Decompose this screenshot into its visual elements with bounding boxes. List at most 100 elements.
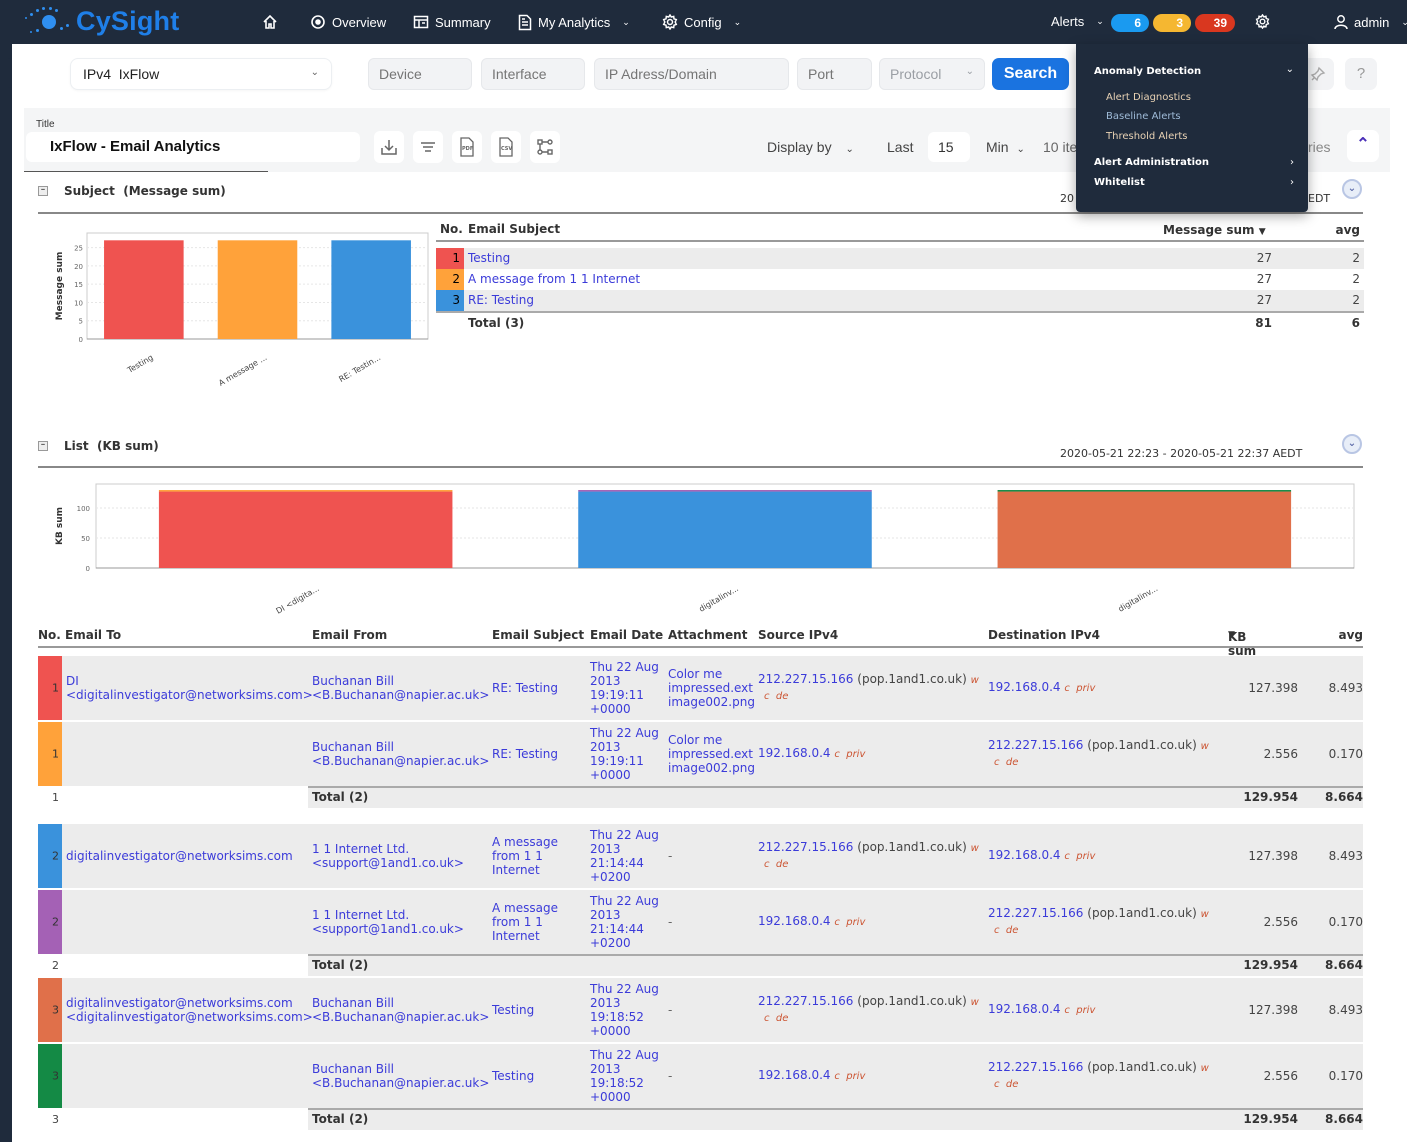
menu-alert-diagnostics[interactable]: Alert Diagnostics	[1106, 92, 1191, 103]
alert-badge-critical[interactable]: 39	[1195, 14, 1235, 32]
email-from-link[interactable]: 1 1 Internet Ltd.	[312, 908, 464, 922]
email-from-link[interactable]: <B.Buchanan@napier.ac.uk>	[312, 1010, 489, 1024]
email-date-link[interactable]: +0000	[590, 1024, 659, 1038]
email-date-link[interactable]: 19:18:52	[590, 1076, 659, 1090]
destination-ip[interactable]: 192.168.0.4	[988, 1002, 1061, 1016]
email-from-link[interactable]: <support@1and1.co.uk>	[312, 922, 464, 936]
email-date-link[interactable]: Thu 22 Aug	[590, 1048, 659, 1062]
email-subject-link[interactable]: from 1 1	[492, 849, 558, 863]
source-ip[interactable]: 192.168.0.4	[758, 914, 831, 928]
destination-ip[interactable]: 212.227.15.166	[988, 906, 1083, 920]
last-value-input[interactable]: 15	[928, 132, 970, 162]
email-date-link[interactable]: +0000	[590, 1090, 659, 1104]
email-subject-link[interactable]: from 1 1	[492, 915, 558, 929]
email-subject-link[interactable]: A message from 1 1 Internet	[468, 269, 640, 290]
list-table-row[interactable]: 1 DI <digitalinvestigator@networksims.com>…	[38, 656, 1363, 720]
email-to-link[interactable]: <digitalinvestigator@networksims.com>	[66, 688, 313, 702]
source-ip[interactable]: 212.227.15.166	[758, 994, 853, 1008]
interface-input[interactable]	[481, 58, 585, 90]
collapse-controls-button[interactable]: ⌃	[1347, 130, 1379, 162]
email-from-link[interactable]: Buchanan Bill	[312, 996, 489, 1010]
port-input[interactable]	[797, 58, 872, 90]
destination-ip[interactable]: 212.227.15.166	[988, 1060, 1083, 1074]
attachment-link[interactable]: image002.png	[668, 761, 755, 775]
help-button[interactable]: ?	[1345, 58, 1377, 90]
email-subject-link[interactable]: RE: Testing	[492, 681, 558, 695]
source-ip[interactable]: 212.227.15.166	[758, 672, 853, 686]
display-by-select[interactable]: Display by ⌄	[767, 139, 854, 155]
attachment-link[interactable]: Color me	[668, 733, 755, 747]
nav-home[interactable]	[262, 14, 278, 30]
subject-table-row[interactable]: 3 RE: Testing 27 2	[436, 290, 1364, 311]
search-button[interactable]: Search	[992, 58, 1069, 90]
user-menu[interactable]: admin ⌄	[1334, 14, 1407, 30]
nav-overview[interactable]: Overview	[310, 14, 386, 30]
device-input[interactable]	[368, 58, 472, 90]
email-date-link[interactable]: 2013	[590, 842, 659, 856]
source-ip[interactable]: 192.168.0.4	[758, 1068, 831, 1082]
source-ip[interactable]: 192.168.0.4	[758, 746, 831, 760]
menu-anomaly-detection[interactable]: Anomaly Detection	[1094, 66, 1201, 77]
email-subject-link[interactable]: A message	[492, 835, 558, 849]
destination-ip[interactable]: 192.168.0.4	[988, 680, 1061, 694]
email-date-link[interactable]: 2013	[590, 1062, 659, 1076]
filter-button[interactable]	[413, 131, 443, 163]
alert-badge-warning[interactable]: 3	[1153, 14, 1191, 32]
email-from-link[interactable]: <B.Buchanan@napier.ac.uk>	[312, 688, 489, 702]
list-table-row[interactable]: 3 Buchanan Bill <B.Buchanan@napier.ac.uk> T…	[38, 1044, 1363, 1108]
list-table-row[interactable]: 3 digitalinvestigator@networksims.com <dig…	[38, 978, 1363, 1042]
list-table-row[interactable]: 2 1 1 Internet Ltd. <support@1and1.co.uk> A…	[38, 890, 1363, 954]
collapse-icon[interactable]: –	[38, 186, 48, 196]
email-date-link[interactable]: 19:18:52	[590, 1010, 659, 1024]
attachment-link[interactable]: impressed.ext	[668, 681, 755, 695]
email-date-link[interactable]: Thu 22 Aug	[590, 894, 659, 908]
settings-button[interactable]	[1255, 14, 1270, 29]
email-subject-link[interactable]: Internet	[492, 929, 558, 943]
expand-section-button[interactable]: ⌄	[1342, 434, 1362, 454]
email-date-link[interactable]: 2013	[590, 996, 659, 1010]
nav-my-analytics[interactable]: My Analytics ⌄	[518, 14, 630, 31]
email-date-link[interactable]: 19:19:11	[590, 754, 659, 768]
email-from-link[interactable]: Buchanan Bill	[312, 674, 489, 688]
email-to-link[interactable]: digitalinvestigator@networksims.com	[66, 849, 293, 863]
email-date-link[interactable]: 2013	[590, 740, 659, 754]
list-table-row[interactable]: 1 Buchanan Bill <B.Buchanan@napier.ac.uk> R…	[38, 722, 1363, 786]
alerts-menu-toggle[interactable]: Alerts ⌄	[1051, 14, 1104, 29]
email-to-link[interactable]: DI	[66, 674, 313, 688]
time-unit-select[interactable]: Min ⌄	[986, 139, 1025, 155]
col-message-sum[interactable]: Message sum ▼	[1163, 223, 1266, 237]
email-date-link[interactable]: 21:14:44	[590, 856, 659, 870]
email-date-link[interactable]: Thu 22 Aug	[590, 982, 659, 996]
email-subject-link[interactable]: Testing	[492, 1003, 534, 1017]
email-subject-link[interactable]: Internet	[492, 863, 558, 877]
email-date-link[interactable]: Thu 22 Aug	[590, 828, 659, 842]
export-pdf-button[interactable]: PDF	[452, 131, 482, 163]
menu-baseline-alerts[interactable]: Baseline Alerts	[1106, 111, 1181, 122]
email-date-link[interactable]: +0200	[590, 936, 659, 950]
email-date-link[interactable]: Thu 22 Aug	[590, 660, 659, 674]
destination-ip[interactable]: 212.227.15.166	[988, 738, 1083, 752]
attachment-link[interactable]: impressed.ext	[668, 747, 755, 761]
email-from-link[interactable]: <B.Buchanan@napier.ac.uk>	[312, 754, 489, 768]
report-title-input[interactable]: IxFlow - Email Analytics	[26, 132, 360, 162]
email-from-link[interactable]: Buchanan Bill	[312, 740, 489, 754]
email-subject-link[interactable]: RE: Testing	[468, 290, 534, 311]
menu-alert-administration[interactable]: Alert Administration	[1094, 157, 1209, 168]
workflow-button[interactable]	[530, 131, 560, 163]
attachment-link[interactable]: Color me	[668, 667, 755, 681]
collapse-icon[interactable]: –	[38, 441, 48, 451]
cysight-logo[interactable]: CySight	[22, 6, 179, 37]
flow-source-select[interactable]: IPv4 IxFlow ⌄	[70, 58, 332, 90]
email-date-link[interactable]: +0000	[590, 702, 659, 716]
menu-threshold-alerts[interactable]: Threshold Alerts	[1106, 131, 1187, 142]
email-date-link[interactable]: 19:19:11	[590, 688, 659, 702]
source-ip[interactable]: 212.227.15.166	[758, 840, 853, 854]
email-subject-link[interactable]: Testing	[468, 248, 510, 269]
email-subject-link[interactable]: Testing	[492, 1069, 534, 1083]
email-date-link[interactable]: 21:14:44	[590, 922, 659, 936]
email-date-link[interactable]: +0200	[590, 870, 659, 884]
email-from-link[interactable]: 1 1 Internet Ltd.	[312, 842, 464, 856]
nav-summary[interactable]: Summary	[413, 14, 491, 30]
attachment-link[interactable]: image002.png	[668, 695, 755, 709]
email-from-link[interactable]: Buchanan Bill	[312, 1062, 489, 1076]
